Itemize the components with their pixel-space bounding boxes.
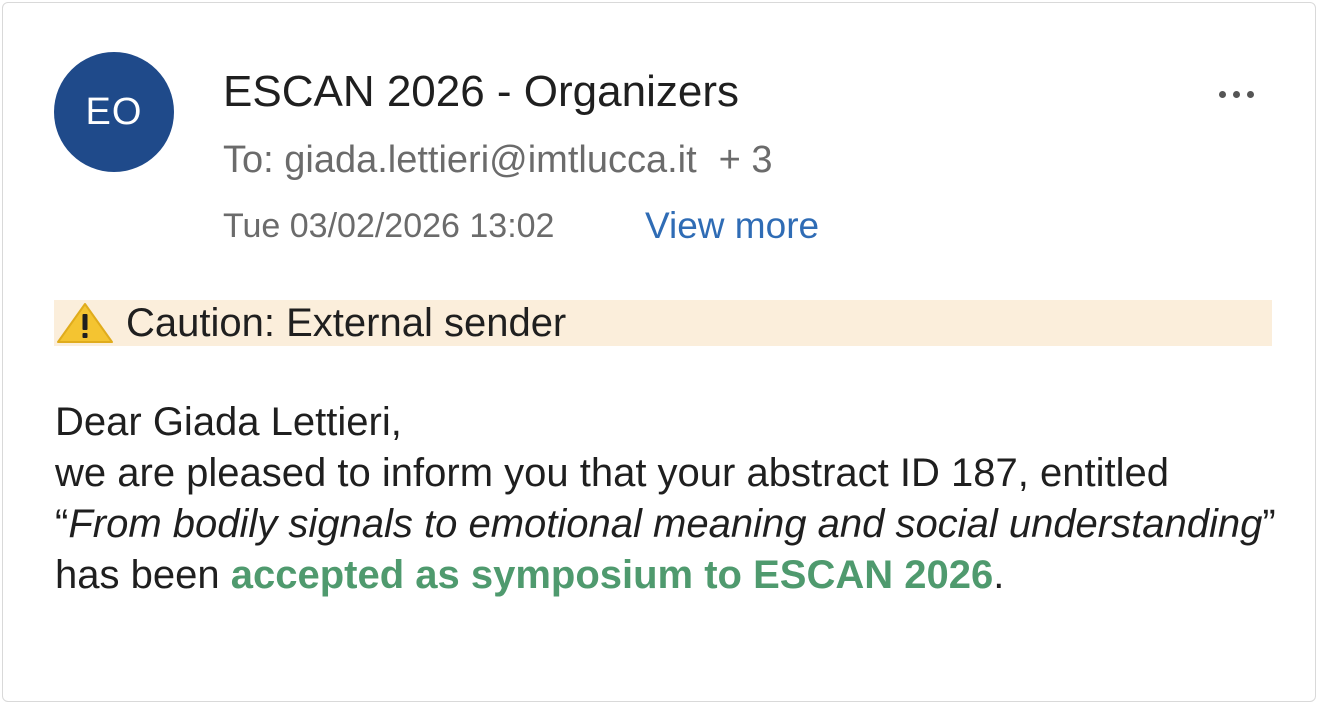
- end-period: .: [993, 553, 1005, 597]
- recipient-address: To: giada.lettieri@imtlucca.it: [223, 139, 697, 181]
- warning-triangle-icon: [57, 303, 113, 343]
- email-card: EO ESCAN 2026 - Organizers To: giada.let…: [2, 2, 1316, 702]
- greeting: Dear Giada Lettieri,: [55, 400, 402, 444]
- accepted-notice: accepted as symposium to ESCAN 2026: [230, 553, 994, 597]
- avatar-initials: EO: [85, 90, 143, 133]
- recipients-line[interactable]: To: giada.lettieri@imtlucca.it + 3: [223, 139, 773, 182]
- open-quote: “: [55, 502, 69, 546]
- abstract-title: From bodily signals to emotional meaning…: [68, 502, 1263, 546]
- sender-name[interactable]: ESCAN 2026 - Organizers: [223, 67, 739, 117]
- more-options-button[interactable]: [1201, 75, 1271, 113]
- message-paragraph: we are pleased to inform you that your a…: [55, 448, 1295, 601]
- intro-text: we are pleased to inform you that your a…: [55, 451, 1169, 495]
- recipient-extra-count[interactable]: + 3: [719, 139, 773, 181]
- more-horizontal-icon: [1218, 90, 1226, 98]
- view-more-link[interactable]: View more: [645, 205, 819, 247]
- sender-avatar[interactable]: EO: [54, 52, 174, 172]
- banner-text: Caution: External sender: [126, 301, 567, 345]
- message-date: Tue 03/02/2026 13:02: [223, 207, 555, 245]
- message-body: Dear Giada Lettieri, we are pleased to i…: [55, 397, 1295, 601]
- external-sender-banner: Caution: External sender: [54, 300, 1272, 346]
